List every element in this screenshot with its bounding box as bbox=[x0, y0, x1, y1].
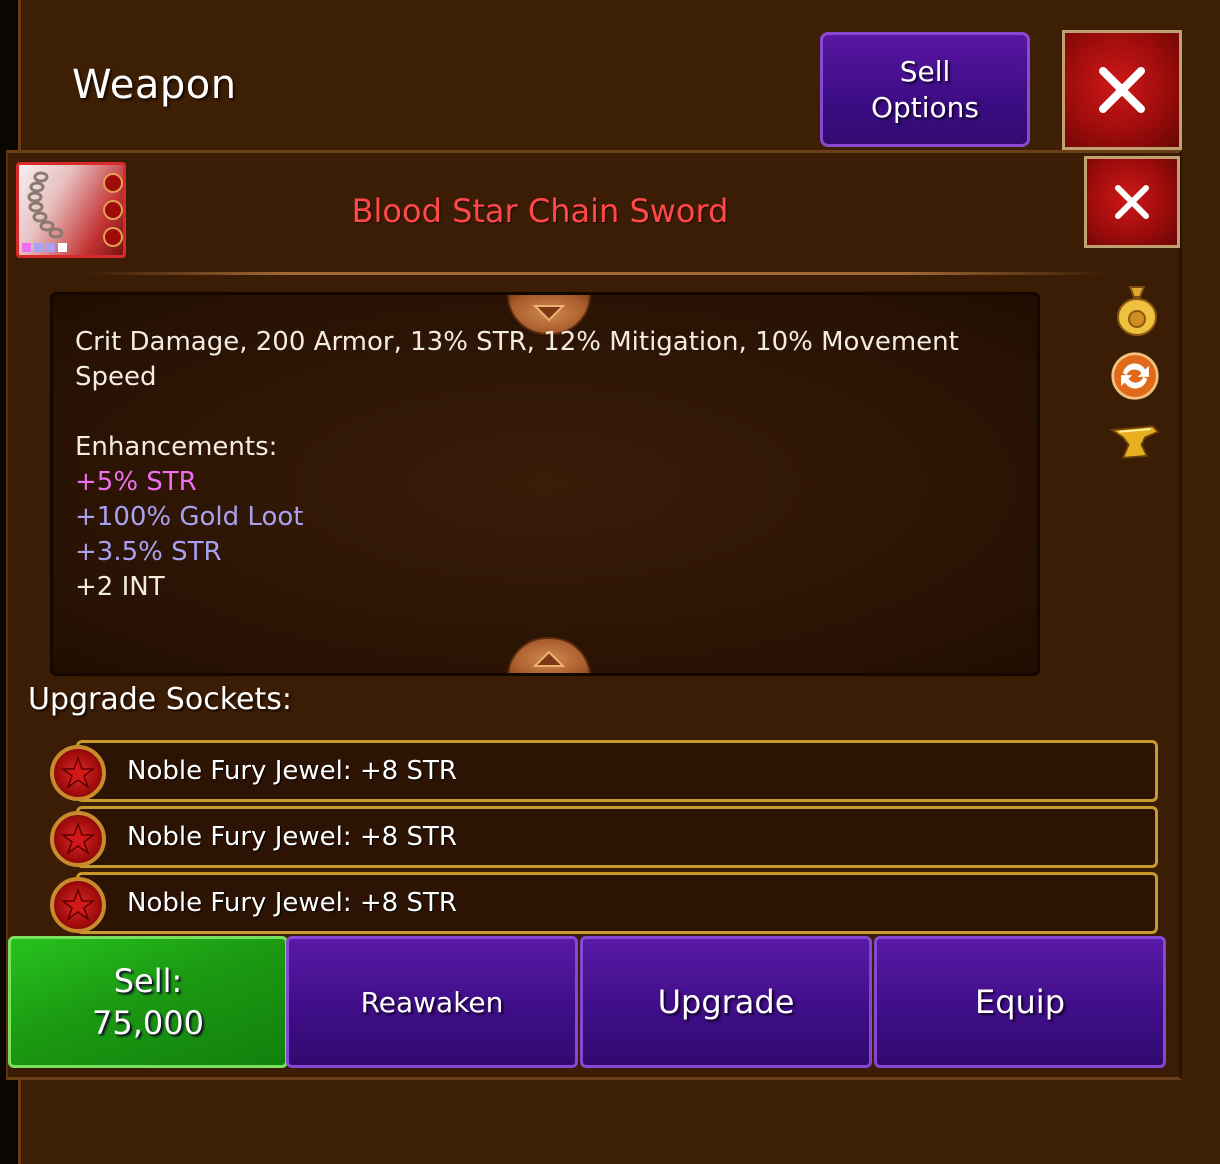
red-star-jewel-icon bbox=[50, 811, 106, 867]
reawaken-button[interactable]: Reawaken bbox=[286, 936, 578, 1068]
enhancement-line: +100% Gold Loot bbox=[75, 502, 304, 532]
star-icon bbox=[61, 888, 95, 921]
anvil-icon bbox=[1110, 425, 1160, 459]
scroll-up-button[interactable] bbox=[507, 637, 591, 673]
swap-button[interactable] bbox=[1110, 348, 1160, 404]
gold-bag-button[interactable] bbox=[1112, 282, 1162, 338]
socket-row[interactable]: Noble Fury Jewel: +8 STR bbox=[76, 806, 1158, 868]
window-title: Weapon bbox=[72, 62, 237, 108]
close-icon bbox=[1099, 67, 1145, 113]
close-window-button[interactable] bbox=[1062, 30, 1182, 150]
gold-bag-icon bbox=[1117, 286, 1157, 336]
socket-label: Noble Fury Jewel: +8 STR bbox=[127, 756, 457, 786]
upgrade-button[interactable]: Upgrade bbox=[580, 936, 872, 1068]
equip-button[interactable]: Equip bbox=[874, 936, 1166, 1068]
socket-label: Noble Fury Jewel: +8 STR bbox=[127, 822, 457, 852]
stats-line: Speed bbox=[75, 362, 157, 392]
enhancement-line: +2 INT bbox=[75, 572, 165, 602]
sell-button[interactable]: Sell: 75,000 bbox=[8, 936, 288, 1068]
star-icon bbox=[61, 822, 95, 855]
socket-row[interactable]: Noble Fury Jewel: +8 STR bbox=[76, 740, 1158, 802]
chain-sword-icon bbox=[22, 171, 123, 252]
chain-sword-item-icon bbox=[16, 162, 126, 258]
socket-row[interactable]: Noble Fury Jewel: +8 STR bbox=[76, 872, 1158, 934]
item-description-box[interactable]: Crit Damage, 200 Armor, 13% STR, 12% Mit… bbox=[50, 292, 1040, 676]
sell-options-button[interactable]: Sell Options bbox=[820, 32, 1030, 147]
chevron-up-icon bbox=[532, 650, 566, 667]
upgrade-sockets-heading: Upgrade Sockets: bbox=[28, 682, 292, 717]
item-description-text: Crit Damage, 200 Armor, 13% STR, 12% Mit… bbox=[75, 325, 1015, 605]
item-name: Blood Star Chain Sword bbox=[351, 192, 729, 230]
red-star-jewel-icon bbox=[50, 745, 106, 801]
title-divider bbox=[86, 272, 1106, 275]
star-icon bbox=[61, 756, 95, 789]
chevron-down-icon bbox=[532, 305, 566, 322]
enhancement-line: +5% STR bbox=[75, 467, 197, 497]
socket-label: Noble Fury Jewel: +8 STR bbox=[127, 888, 457, 918]
stats-line: Crit Damage, 200 Armor, 13% STR, 12% Mit… bbox=[75, 327, 959, 357]
close-item-button[interactable] bbox=[1084, 156, 1180, 248]
red-star-jewel-icon bbox=[50, 877, 106, 933]
swap-icon bbox=[1111, 352, 1159, 400]
anvil-button[interactable] bbox=[1110, 414, 1160, 470]
enhancement-line: +3.5% STR bbox=[75, 537, 222, 567]
enhancements-heading: Enhancements: bbox=[75, 432, 278, 462]
close-icon bbox=[1115, 185, 1149, 219]
